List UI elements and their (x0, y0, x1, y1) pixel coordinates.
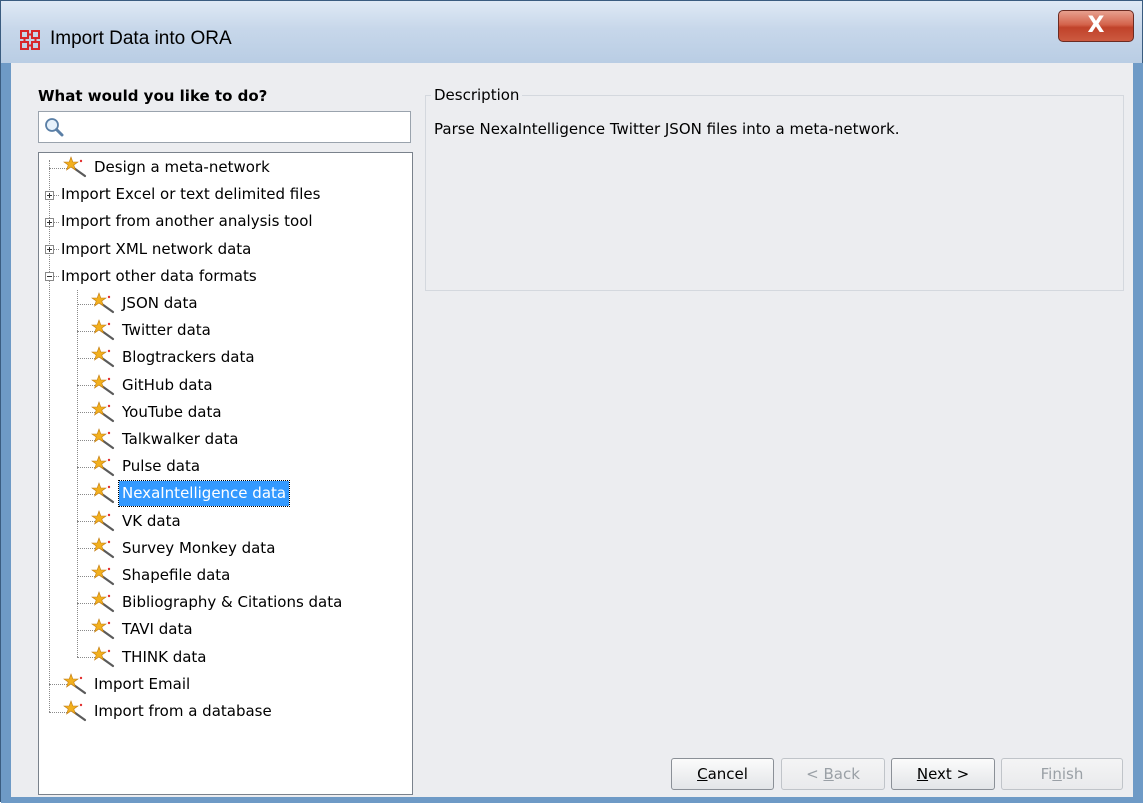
description-text: Parse NexaIntelligence Twitter JSON file… (434, 120, 900, 138)
tree-folder-label: Import Excel or text delimited files (61, 185, 321, 204)
cancel-button[interactable]: Cancel (671, 758, 774, 790)
collapse-icon[interactable] (45, 272, 54, 282)
tree-item-label: Blogtrackers data (122, 348, 255, 367)
tree-item-label: Bibliography & Citations data (122, 593, 343, 612)
expand-icon[interactable] (45, 245, 54, 255)
tree-item-label: Import from a database (94, 702, 272, 720)
close-button[interactable]: X (1058, 10, 1134, 42)
window-title: Import Data into ORA (50, 28, 232, 49)
tree-item-label: VK data (122, 511, 181, 530)
magic-wand-icon (91, 645, 115, 668)
dialog-content: What would you like to do? Design a meta… (11, 63, 1133, 797)
ora-app-icon (20, 30, 40, 50)
magic-wand-icon (63, 156, 87, 178)
tree-connector-line (49, 160, 50, 712)
tree-item-label: Talkwalker data (122, 430, 239, 448)
back-button: < Back (781, 758, 885, 790)
tree-item-label: Design a meta-network (94, 158, 270, 176)
tree-folder-label: Import from another analysis tool (61, 212, 313, 231)
prompt-label: What would you like to do? (38, 87, 268, 105)
magic-wand-icon (63, 672, 87, 695)
window-frame-bottom (1, 797, 1143, 803)
tree-item-label: Twitter data (122, 321, 211, 340)
tree-item-label: JSON data (122, 294, 198, 312)
tree-item-label: Survey Monkey data (122, 538, 276, 557)
tree-item-label: GitHub data (122, 375, 213, 394)
magic-wand-icon (91, 482, 115, 504)
expand-icon[interactable] (45, 190, 54, 200)
title-bar[interactable]: Import Data into ORA X (1, 1, 1142, 63)
description-legend: Description (431, 86, 523, 104)
magic-wand-icon (91, 319, 115, 341)
search-input[interactable] (69, 116, 403, 140)
tree-folder-label: Import XML network data (61, 239, 252, 258)
magic-wand-icon (91, 536, 115, 559)
tree-item-label: Pulse data (122, 457, 201, 476)
magic-wand-icon (91, 618, 115, 640)
tree-folder-label: Import other data formats (61, 266, 257, 285)
search-field[interactable] (38, 111, 411, 143)
next-button[interactable]: Next > (891, 758, 995, 790)
magic-wand-icon (91, 509, 115, 532)
magic-wand-icon (63, 700, 87, 722)
tree-item-label: THINK data (122, 647, 207, 666)
expand-icon[interactable] (45, 218, 54, 227)
magic-wand-icon (91, 428, 115, 450)
import-dialog-window: Import Data into ORA X What would you li… (0, 0, 1143, 803)
magic-wand-icon (91, 292, 115, 314)
tree-item-label: YouTube data (122, 402, 222, 421)
action-tree[interactable]: Design a meta-network Import Excel or tex… (38, 152, 413, 795)
magic-wand-icon (91, 591, 115, 613)
tree-item-label: NexaIntelligence data (117, 480, 291, 508)
finish-button: Finish (1001, 758, 1123, 790)
close-icon: X (1087, 13, 1105, 38)
window-frame-left (1, 63, 11, 803)
search-icon (45, 118, 64, 137)
magic-wand-icon (91, 400, 115, 423)
tree-item-label: TAVI data (122, 620, 193, 639)
magic-wand-icon (91, 564, 115, 586)
tree-item-label: Shapefile data (122, 566, 231, 584)
magic-wand-icon (91, 346, 115, 368)
window-frame-right (1133, 63, 1143, 803)
magic-wand-icon (91, 455, 115, 477)
magic-wand-icon (91, 373, 115, 396)
tree-item-label: Import Email (94, 674, 191, 693)
